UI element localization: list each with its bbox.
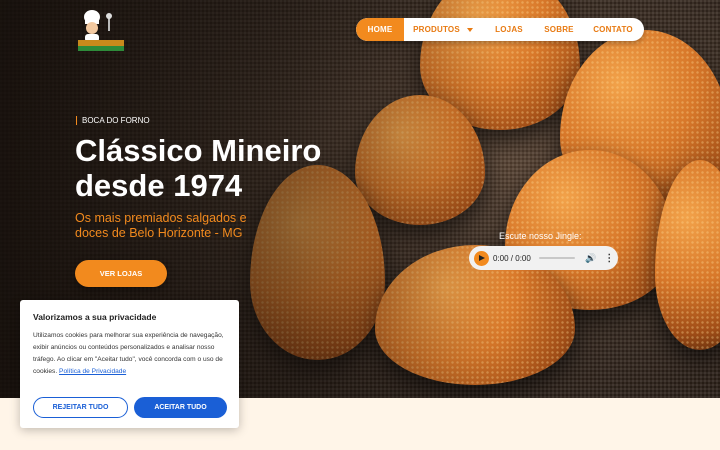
nav-produtos-label: PRODUTOS — [413, 25, 460, 34]
jingle-label: Escute nosso Jingle: — [499, 231, 582, 241]
headline-line-2: desde 1974 — [75, 168, 243, 203]
play-icon[interactable] — [474, 250, 489, 266]
nav-produtos[interactable]: PRODUTOS — [404, 18, 482, 41]
cookie-text: Utilizamos cookies para melhorar sua exp… — [33, 330, 228, 378]
hero-subtitle: Os mais premiados salgados e doces de Be… — [75, 211, 247, 240]
headline-line-1: Clássico Mineiro — [75, 133, 322, 168]
chevron-down-icon — [466, 27, 473, 32]
reject-all-button[interactable]: REJEITAR TUDO — [33, 397, 128, 418]
more-options-icon[interactable]: ⋮ — [604, 253, 614, 264]
nav-home[interactable]: HOME — [356, 18, 404, 41]
ver-lojas-button[interactable]: VER LOJAS — [75, 260, 167, 287]
audio-player: 0:00 / 0:00 🔊 ⋮ — [469, 246, 618, 270]
audio-time: 0:00 / 0:00 — [493, 253, 531, 263]
chef-logo-icon[interactable] — [76, 6, 126, 54]
page-title: Clássico Mineiro desde 1974 — [75, 133, 365, 203]
cookie-banner: Valorizamos a sua privacidade Utilizamos… — [20, 300, 239, 428]
audio-seek-bar[interactable] — [539, 257, 575, 259]
privacy-policy-link[interactable]: Política de Privacidade — [59, 368, 126, 375]
main-nav: HOME PRODUTOS LOJAS SOBRE CONTATO — [356, 18, 644, 41]
nav-sobre[interactable]: SOBRE — [536, 18, 582, 41]
accept-all-button[interactable]: ACEITAR TUDO — [134, 397, 227, 418]
cookie-title: Valorizamos a sua privacidade — [33, 312, 157, 322]
volume-icon[interactable]: 🔊 — [585, 253, 596, 264]
nav-contato[interactable]: CONTATO — [582, 18, 644, 41]
nav-lojas[interactable]: LOJAS — [482, 18, 536, 41]
hero-eyebrow: BOCA DO FORNO — [76, 116, 150, 125]
